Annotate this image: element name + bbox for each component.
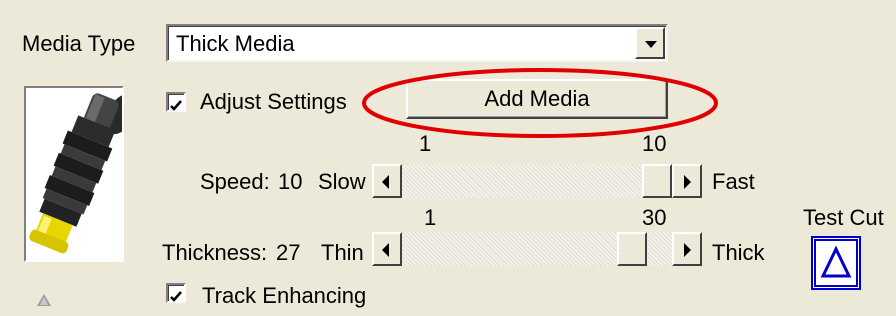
thickness-thick-label: Thick <box>712 240 765 265</box>
thickness-scrollbar[interactable] <box>372 232 702 266</box>
speed-value: 10 <box>278 169 303 194</box>
triangle-up-icon <box>37 286 51 312</box>
arrow-left-icon <box>382 175 389 189</box>
track-enhancing-checkbox[interactable] <box>166 283 186 303</box>
thickness-range-min: 1 <box>424 205 437 230</box>
thickness-decrease-button[interactable] <box>372 232 402 266</box>
thickness-range-max: 30 <box>642 205 667 230</box>
adjust-settings-label: Adjust Settings <box>200 89 347 114</box>
arrow-right-icon <box>684 243 691 257</box>
arrow-right-icon <box>684 175 691 189</box>
speed-fast-label: Fast <box>712 169 755 194</box>
speed-thumb[interactable] <box>642 164 672 198</box>
thickness-label: Thickness: <box>162 240 268 265</box>
arrow-left-icon <box>382 243 389 257</box>
pinch-roller-icon <box>29 93 137 254</box>
test-cut-button[interactable] <box>811 236 861 290</box>
media-type-label: Media Type <box>22 31 136 56</box>
speed-slow-label: Slow <box>318 169 366 194</box>
speed-decrease-button[interactable] <box>372 164 402 198</box>
chevron-down-icon <box>645 41 657 48</box>
speed-label: Speed: <box>200 169 270 194</box>
checkmark-icon <box>170 100 182 111</box>
thickness-thumb[interactable] <box>617 232 648 266</box>
speed-range-min: 1 <box>419 131 432 156</box>
adjust-settings-checkbox[interactable] <box>166 92 186 112</box>
dropdown-button[interactable] <box>635 27 665 59</box>
checkmark-icon <box>170 291 182 302</box>
speed-range-max: 10 <box>642 131 667 156</box>
thickness-value: 27 <box>276 240 301 265</box>
media-type-value: Thick Media <box>176 31 295 56</box>
speed-increase-button[interactable] <box>672 164 702 198</box>
media-type-select[interactable]: Thick Media <box>166 24 668 62</box>
track-enhancing-label: Track Enhancing <box>202 283 367 308</box>
thickness-thin-label: Thin <box>321 240 364 265</box>
test-cut-label: Test Cut <box>803 205 884 230</box>
highlight-ellipse <box>362 68 718 138</box>
thickness-increase-button[interactable] <box>672 232 702 266</box>
media-image <box>24 86 137 262</box>
speed-scrollbar[interactable] <box>372 164 702 198</box>
triangle-icon <box>814 239 858 287</box>
